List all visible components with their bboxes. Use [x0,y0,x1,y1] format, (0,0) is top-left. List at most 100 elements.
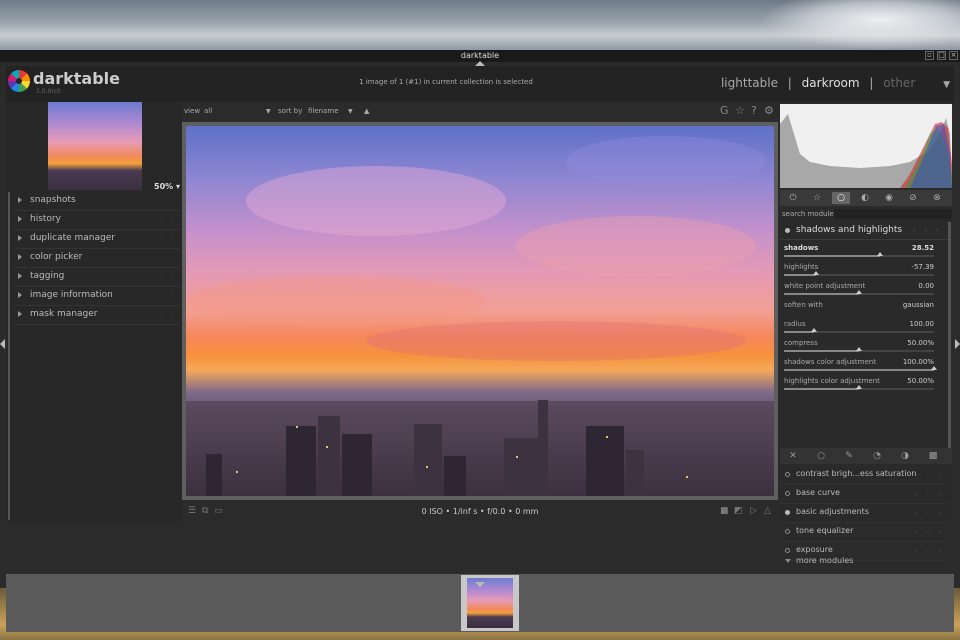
close-button[interactable]: × [949,51,958,60]
expand-triangle-icon [785,559,791,563]
view-filter-select[interactable]: all [204,107,212,115]
preferences-gear-icon[interactable]: ⚙ [764,104,774,117]
view-other[interactable]: other [883,76,915,90]
module-preset-icons[interactable]: ◦ ◦ [158,311,176,318]
module-preset-icons[interactable]: ◦ ◦ [158,292,176,299]
maximize-button[interactable]: □ [937,51,946,60]
sort-select[interactable]: filename [308,107,339,115]
tone-group-icon[interactable]: ◐ [856,192,874,204]
color-assessment-icon[interactable]: ■ [720,506,729,516]
module-options-icons[interactable]: ◦ ◦ ◦ [913,227,942,234]
favorites-star-icon[interactable]: ☆ [808,192,826,204]
navigation-thumbnail[interactable] [48,102,142,190]
histogram[interactable] [780,104,952,188]
param-slider-knob[interactable] [856,385,862,389]
param-slider-track[interactable] [784,274,934,276]
expand-triangle-icon [18,273,22,279]
param-slider-knob[interactable] [813,271,819,275]
left-module-label: image information [30,290,113,300]
param-slider-track[interactable] [784,255,934,257]
left-module-snapshots[interactable]: snapshots ◦ ◦ [14,192,180,211]
color-group-icon[interactable]: ◉ [880,192,898,204]
filmstrip-thumbnail[interactable] [461,575,519,631]
left-module-mask-manager[interactable]: mask manager ◦ ◦ [14,306,180,325]
param-shadows-color-adjustment[interactable]: shadows color adjustment 100.00% [784,358,937,377]
blend-combined-icon[interactable]: ▩ [924,450,942,462]
more-modules-button[interactable]: more modules [780,556,952,568]
left-module-tagging[interactable]: tagging ◦ ◦ [14,268,180,287]
correct-group-icon[interactable]: ⊘ [904,192,922,204]
sort-order-icon[interactable]: ▲ [364,107,369,115]
left-module-image-information[interactable]: image information ◦ ◦ [14,287,180,306]
view-darkroom[interactable]: darkroom [802,76,860,90]
right-panel-scrollbar[interactable] [948,222,951,448]
star-icon[interactable]: ☆ [735,104,745,117]
module-enable-icon[interactable] [785,510,790,515]
search-module-input[interactable] [834,209,952,219]
module-enable-icon[interactable] [785,529,790,534]
param-slider-knob[interactable] [877,252,883,256]
blend-raster-icon[interactable]: ◑ [896,450,914,462]
minimize-button[interactable]: ▫ [925,51,934,60]
module-tone-equalizer[interactable]: tone equalizer ◦ ◦ ◦ [780,523,948,542]
module-preset-icons[interactable]: ◦ ◦ [158,216,176,223]
param-slider-track[interactable] [784,331,934,333]
param-slider-knob[interactable] [931,366,937,370]
view-filter-dropdown-icon[interactable]: ▼ [266,108,271,115]
basic-group-circle-icon[interactable]: ○ [832,192,850,204]
left-panel-scrollbar[interactable] [8,192,10,520]
softproof-icon[interactable]: ◩ [734,506,743,516]
zoom-level[interactable]: 50% ▾ [154,182,180,191]
collapse-left-panel-arrow-icon[interactable] [0,339,5,349]
module-base-curve[interactable]: base curve ◦ ◦ ◦ [780,485,948,504]
module-preset-icons[interactable]: ◦ ◦ [158,254,176,261]
param-soften-with[interactable]: soften with gaussian [784,301,934,320]
left-module-history[interactable]: history ◦ ◦ [14,211,180,230]
left-module-color-picker[interactable]: color picker ◦ ◦ [14,249,180,268]
collapse-right-panel-arrow-icon[interactable] [955,339,960,349]
module-header-shadows-highlights[interactable]: shadows and highlights ◦ ◦ ◦ [780,222,952,240]
module-preset-icons[interactable]: ◦ ◦ [158,197,176,204]
param-radius[interactable]: radius 100.00 [784,320,934,339]
view-lighttable[interactable]: lighttable [721,76,778,90]
module-options-icons[interactable]: ◦ ◦ ◦ [915,529,944,536]
blend-uniform-icon[interactable]: ○ [812,450,830,462]
module-enable-icon[interactable] [785,228,790,233]
param-compress[interactable]: compress 50.00% [784,339,934,358]
module-options-icons[interactable]: ◦ ◦ ◦ [915,491,944,498]
param-highlights-color-adjustment[interactable]: highlights color adjustment 50.00% [784,377,934,396]
blend-off-icon[interactable]: ✕ [784,450,802,462]
grouping-icon[interactable]: G [720,104,729,117]
warning-icon[interactable]: △ [764,506,771,516]
param-slider-knob[interactable] [811,328,817,332]
chevron-down-icon[interactable]: ▼ [943,80,950,90]
module-enable-icon[interactable] [785,548,790,553]
gamut-check-icon[interactable]: ▷ [750,506,757,516]
param-slider-knob[interactable] [856,290,862,294]
effect-group-icon[interactable]: ⊗ [928,192,946,204]
active-modules-power-icon[interactable]: ⏻ [784,192,802,204]
param-slider-knob[interactable] [856,347,862,351]
window-title: darktable [460,51,500,60]
blend-drawn-mask-icon[interactable]: ✎ [840,450,858,462]
right-panel: ⏻ ☆ ○ ◐ ◉ ⊘ ⊗ search module shadows and … [778,102,954,565]
blend-parametric-icon[interactable]: ◔ [868,450,886,462]
module-enable-icon[interactable] [785,491,790,496]
main-image[interactable] [186,126,774,496]
module-basic-adjustments[interactable]: basic adjustments ◦ ◦ ◦ [780,504,948,523]
param-white-point-adjustment[interactable]: white point adjustment 0.00 [784,282,934,301]
sort-dropdown-icon[interactable]: ▼ [348,108,353,115]
module-contrast-brigh-ess-saturation[interactable]: contrast brigh...ess saturation ◦ ◦ ◦ [780,466,948,485]
param-slider-track[interactable] [784,369,934,371]
param-shadows[interactable]: shadows 28.52 [784,244,934,263]
module-options-icons[interactable]: ◦ ◦ ◦ [915,510,944,517]
collapse-bottom-panel-arrow-icon[interactable] [475,582,485,587]
module-preset-icons[interactable]: ◦ ◦ [158,235,176,242]
help-icon[interactable]: ? [751,104,757,117]
module-preset-icons[interactable]: ◦ ◦ [158,273,176,280]
module-enable-icon[interactable] [785,472,790,477]
module-options-icons[interactable]: ◦ ◦ ◦ [915,548,944,555]
module-options-icons[interactable]: ◦ ◦ ◦ [915,472,944,479]
param-highlights[interactable]: highlights -57.39 [784,263,934,282]
left-module-duplicate-manager[interactable]: duplicate manager ◦ ◦ [14,230,180,249]
